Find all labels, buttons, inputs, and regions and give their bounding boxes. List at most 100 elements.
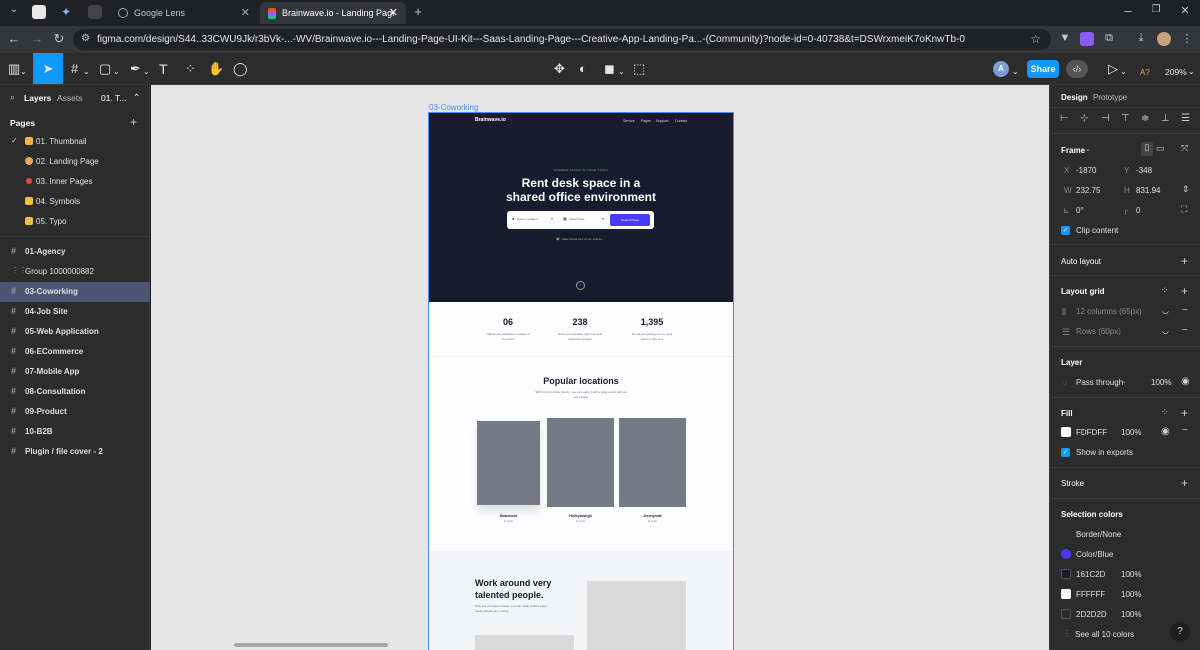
search-place-button[interactable]: Search Place: [610, 214, 650, 226]
remove-grid-icon[interactable]: −: [1182, 325, 1188, 336]
frame-tool-chevron-icon[interactable]: ⌄: [83, 64, 90, 80]
add-fill-icon[interactable]: +: [1181, 406, 1188, 420]
grid-columns-label[interactable]: 12 columns (65px): [1076, 307, 1142, 316]
selection-color-opacity[interactable]: 100%: [1121, 590, 1141, 599]
shape-tool-icon[interactable]: ▢: [99, 61, 111, 77]
add-stroke-icon[interactable]: +: [1181, 476, 1188, 490]
component-icon[interactable]: ✥: [554, 61, 565, 77]
date-select[interactable]: Select Date: [569, 217, 585, 221]
remove-fill-icon[interactable]: −: [1182, 425, 1188, 436]
align-right-icon[interactable]: ⊣: [1101, 113, 1110, 124]
hand-tool-icon[interactable]: ✋: [208, 61, 224, 77]
boolean-icon[interactable]: ◼: [604, 61, 615, 77]
boolean-chevron-icon[interactable]: ⌄: [618, 64, 625, 80]
x-input[interactable]: -1870: [1076, 166, 1096, 175]
see-all-colors-link[interactable]: See all 10 colors: [1075, 630, 1134, 639]
design-canvas[interactable]: 03-Coworking Brainwave.io Service Pages …: [151, 85, 1049, 650]
pinned-tab-gemini-icon[interactable]: ✦: [59, 5, 73, 19]
tab-search-icon[interactable]: ⌄: [6, 4, 22, 15]
layer-group[interactable]: ⋮⋮ Group 1000000882: [0, 262, 150, 282]
layer-frame-selected[interactable]: #03-Coworking: [0, 282, 150, 302]
selection-color-swatch[interactable]: [1061, 589, 1071, 599]
frame-name-label[interactable]: 03-Coworking: [429, 103, 478, 112]
tab-layers[interactable]: Layers: [24, 93, 51, 103]
resize-to-fit-icon[interactable]: ⤧: [1181, 143, 1188, 154]
frame-heading[interactable]: Frame: [1061, 146, 1085, 155]
corner-radius-input[interactable]: 0: [1136, 206, 1140, 215]
layer-frame[interactable]: #07-Mobile App: [0, 362, 150, 382]
resources-icon[interactable]: ⁘: [185, 61, 196, 77]
layer-opacity-input[interactable]: 100%: [1151, 378, 1171, 387]
horizontal-scrollbar[interactable]: [234, 643, 388, 647]
page-item-landing[interactable]: 02. Landing Page: [0, 152, 150, 172]
add-auto-layout-icon[interactable]: +: [1181, 254, 1188, 268]
close-tab-icon[interactable]: ✕: [241, 6, 250, 19]
bookmark-star-icon[interactable]: ☆: [1030, 32, 1041, 46]
align-top-icon[interactable]: ⊤: [1121, 113, 1130, 124]
page-item-symbols[interactable]: 04. Symbols: [0, 192, 150, 212]
align-center-h-icon[interactable]: ⊹: [1080, 113, 1088, 124]
main-menu-icon[interactable]: ▥: [8, 61, 20, 77]
selection-color-swatch[interactable]: [1061, 569, 1071, 579]
tab-google-lens[interactable]: Google Lens ✕: [112, 2, 258, 24]
grid-visibility-icon[interactable]: ◡: [1162, 326, 1169, 335]
align-center-v-icon[interactable]: ≑: [1141, 113, 1149, 124]
search-icon[interactable]: ⌕: [10, 92, 15, 103]
fill-opacity-input[interactable]: 100%: [1121, 428, 1141, 437]
tab-prototype[interactable]: Prototype: [1093, 93, 1127, 102]
layer-frame[interactable]: # Plugin / file cover - 2: [0, 442, 150, 462]
page-item-thumbnail[interactable]: ✓ 01. Thumbnail: [0, 132, 150, 152]
h-input[interactable]: 831.94: [1136, 186, 1160, 195]
fill-visibility-eye-icon[interactable]: ◉: [1161, 426, 1170, 437]
distribute-icon[interactable]: ☰: [1181, 113, 1190, 124]
selection-color-label[interactable]: Border/None: [1076, 530, 1121, 539]
page-selector[interactable]: 01. T...: [101, 93, 126, 103]
url-field[interactable]: ⚙ figma.com/design/S44..33CWU9Jk/r3bVk-.…: [73, 29, 1051, 50]
close-window-icon[interactable]: ✕: [1177, 4, 1193, 17]
layer-visibility-eye-icon[interactable]: ◉: [1181, 376, 1190, 387]
layer-frame[interactable]: #04-Job Site: [0, 302, 150, 322]
extension-purple-icon[interactable]: [1080, 32, 1094, 46]
coworking-frame[interactable]: Brainwave.io Service Pages Support Conta…: [428, 112, 734, 650]
selection-color-label[interactable]: FFFFFF: [1076, 590, 1105, 599]
dev-mode-toggle-icon[interactable]: ‹/›: [1066, 60, 1088, 78]
main-menu-chevron-icon[interactable]: ⌄: [20, 64, 27, 80]
frame-tool-icon[interactable]: #: [71, 61, 78, 77]
minimize-icon[interactable]: –: [1120, 3, 1136, 18]
close-tab-icon[interactable]: ✕: [389, 6, 398, 19]
shape-tool-chevron-icon[interactable]: ⌄: [113, 64, 120, 80]
page-item-inner[interactable]: 03. Inner Pages: [0, 172, 150, 192]
avatar-chevron-icon[interactable]: ⌄: [1012, 64, 1019, 80]
w-input[interactable]: 232.75: [1076, 186, 1100, 195]
reload-icon[interactable]: ↻: [51, 31, 67, 47]
rows-grid-icon[interactable]: ☰: [1062, 327, 1070, 338]
blend-mode-chevron-icon[interactable]: ⌄: [1121, 377, 1127, 385]
selection-color-opacity[interactable]: 100%: [1121, 570, 1141, 579]
pen-tool-chevron-icon[interactable]: ⌄: [143, 64, 150, 80]
selection-color-label[interactable]: 161C2D: [1076, 570, 1105, 579]
page-selector-chevron-icon[interactable]: ⌃: [133, 92, 140, 103]
layer-frame[interactable]: #06-ECommerce: [0, 342, 150, 362]
back-icon[interactable]: ←: [6, 31, 22, 46]
selection-color-label[interactable]: 2D2D2D: [1076, 610, 1107, 619]
present-chevron-icon[interactable]: ⌄: [1120, 64, 1127, 80]
fill-color-swatch[interactable]: [1061, 427, 1071, 437]
pen-tool-icon[interactable]: ✒: [130, 61, 141, 77]
extensions-puzzle-icon[interactable]: ⧉: [1102, 32, 1116, 46]
mask-icon[interactable]: ◐: [579, 61, 587, 77]
search-bar[interactable]: ● Select Location ▾ ▦ Select Date ▾ Sear…: [507, 211, 654, 229]
layer-frame[interactable]: #05-Web Application: [0, 322, 150, 342]
page-item-typo[interactable]: 05. Typo: [0, 212, 150, 232]
selection-color-label[interactable]: Color/Blue: [1076, 550, 1113, 559]
ai-label[interactable]: A?: [1140, 65, 1150, 81]
layer-frame[interactable]: #10-B2B: [0, 422, 150, 442]
zoom-level[interactable]: 209%: [1165, 64, 1187, 80]
tab-design[interactable]: Design: [1061, 93, 1088, 102]
layer-frame[interactable]: #08-Consultation: [0, 382, 150, 402]
add-grid-icon[interactable]: +: [1181, 284, 1188, 298]
rotation-input[interactable]: 0°: [1076, 206, 1084, 215]
y-input[interactable]: -348: [1136, 166, 1152, 175]
grid-visibility-icon[interactable]: ◡: [1162, 306, 1169, 315]
help-button[interactable]: ?: [1170, 622, 1190, 642]
collaborator-avatar[interactable]: A: [993, 61, 1009, 77]
